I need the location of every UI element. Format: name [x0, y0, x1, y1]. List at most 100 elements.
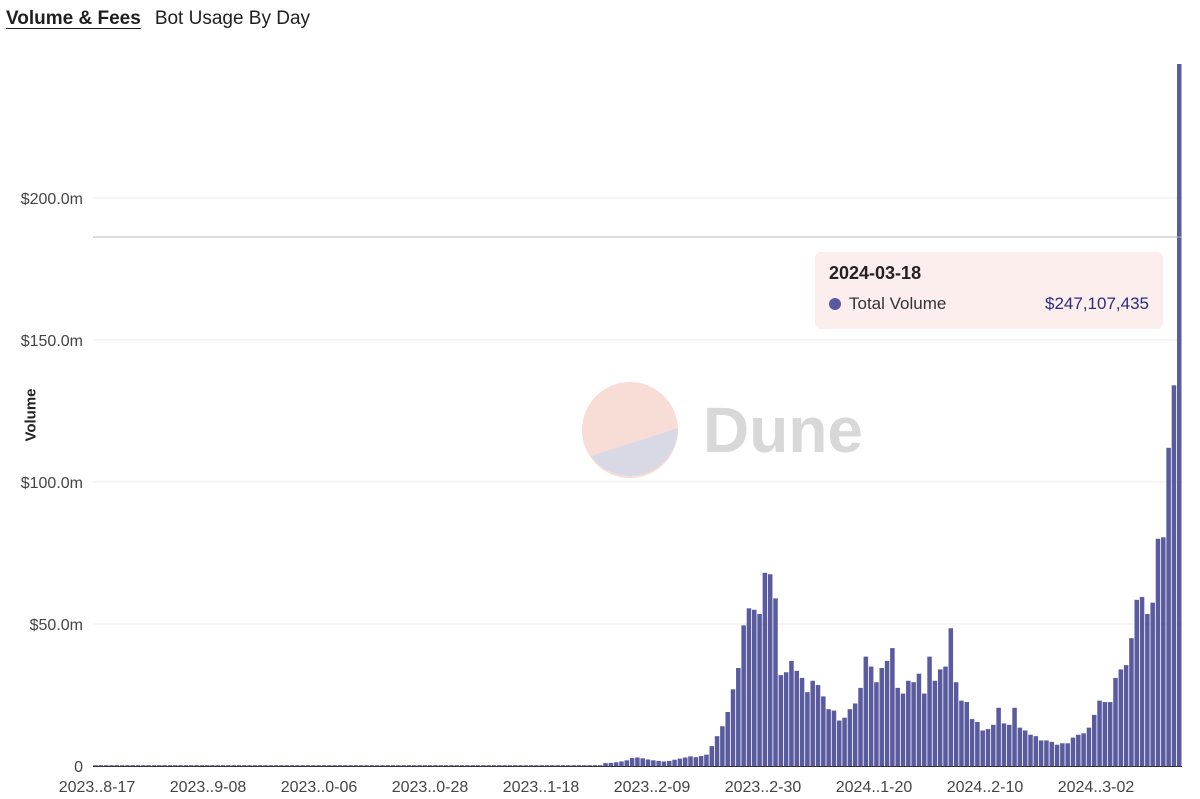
volume-bar[interactable] — [1017, 727, 1023, 766]
volume-bar[interactable] — [93, 765, 98, 766]
volume-bar[interactable] — [300, 765, 305, 766]
volume-bar[interactable] — [215, 765, 220, 766]
volume-bar[interactable] — [528, 765, 534, 766]
volume-bar[interactable] — [454, 765, 460, 766]
volume-bar[interactable] — [273, 765, 279, 766]
volume-bar[interactable] — [481, 765, 486, 766]
volume-bar[interactable] — [608, 762, 614, 766]
volume-bar[interactable] — [119, 765, 125, 766]
volume-bar[interactable] — [103, 765, 109, 766]
volume-bar[interactable] — [332, 765, 337, 766]
volume-bar[interactable] — [1118, 669, 1124, 766]
volume-bar[interactable] — [512, 765, 518, 766]
volume-bar[interactable] — [390, 765, 396, 766]
volume-bar[interactable] — [911, 682, 916, 766]
volume-bar[interactable] — [348, 765, 353, 766]
volume-bar[interactable] — [268, 765, 274, 766]
volume-bar[interactable] — [805, 692, 810, 766]
volume-bar[interactable] — [1033, 736, 1039, 766]
volume-bar[interactable] — [188, 765, 194, 766]
volume-bar[interactable] — [1171, 385, 1177, 766]
volume-bar[interactable] — [475, 765, 481, 766]
volume-bar[interactable] — [916, 673, 922, 766]
volume-bar[interactable] — [922, 693, 927, 766]
volume-bar[interactable] — [438, 765, 444, 766]
volume-bar[interactable] — [279, 765, 284, 766]
volume-bar[interactable] — [226, 765, 231, 766]
volume-bar[interactable] — [172, 765, 178, 766]
volume-bar[interactable] — [1022, 730, 1028, 766]
volume-bar[interactable] — [385, 765, 390, 766]
volume-bar[interactable] — [130, 765, 135, 766]
volume-bar[interactable] — [980, 730, 985, 766]
volume-bar[interactable] — [799, 677, 805, 766]
volume-bar[interactable] — [1065, 743, 1070, 766]
volume-bar[interactable] — [635, 757, 640, 766]
volume-bar[interactable] — [316, 765, 321, 766]
volume-bar[interactable] — [576, 765, 582, 766]
volume-bar[interactable] — [847, 709, 853, 766]
volume-bar[interactable] — [725, 712, 730, 766]
volume-bar[interactable] — [789, 660, 794, 766]
volume-bar[interactable] — [815, 685, 821, 766]
volume-bar[interactable] — [1001, 723, 1007, 766]
volume-bar[interactable] — [603, 763, 608, 766]
volume-bar[interactable] — [358, 765, 364, 766]
volume-bar[interactable] — [534, 765, 539, 766]
volume-bar[interactable] — [560, 765, 566, 766]
volume-bar[interactable] — [289, 765, 295, 766]
volume-bar[interactable] — [284, 765, 290, 766]
volume-bar[interactable] — [422, 765, 428, 766]
volume-bar[interactable] — [321, 765, 327, 766]
volume-bar[interactable] — [544, 765, 550, 766]
volume-bar[interactable] — [1161, 537, 1166, 766]
volume-bar[interactable] — [247, 765, 252, 766]
volume-bar[interactable] — [810, 680, 815, 766]
volume-bar[interactable] — [151, 765, 157, 766]
volume-bar[interactable] — [1091, 714, 1097, 766]
volume-bar[interactable] — [736, 667, 741, 766]
volume-bar[interactable] — [874, 682, 879, 766]
volume-bar[interactable] — [688, 756, 693, 766]
volume-bar[interactable] — [369, 765, 375, 766]
volume-bar[interactable] — [1097, 700, 1102, 766]
volume-bar[interactable] — [1044, 740, 1049, 766]
volume-bar[interactable] — [826, 709, 831, 766]
volume-bar[interactable] — [741, 625, 746, 766]
volume-bar[interactable] — [199, 765, 205, 766]
volume-bar[interactable] — [167, 765, 173, 766]
volume-bar[interactable] — [693, 757, 699, 766]
volume-bar[interactable] — [879, 667, 885, 766]
volume-bar[interactable] — [518, 765, 523, 766]
volume-bar[interactable] — [1007, 724, 1012, 766]
volume-bar[interactable] — [677, 758, 683, 766]
volume-bar[interactable] — [714, 736, 720, 766]
volume-bar[interactable] — [1054, 744, 1060, 766]
volume-bar[interactable] — [1129, 638, 1134, 766]
volume-bar[interactable] — [629, 758, 635, 766]
volume-bar[interactable] — [141, 765, 146, 766]
volume-bar[interactable] — [1123, 665, 1129, 766]
volume-bar[interactable] — [523, 765, 529, 766]
volume-bar[interactable] — [794, 670, 800, 766]
volume-bar[interactable] — [842, 717, 847, 766]
volume-bar[interactable] — [587, 765, 592, 766]
volume-bar[interactable] — [1028, 734, 1033, 766]
volume-bar[interactable] — [337, 765, 343, 766]
volume-bar[interactable] — [720, 726, 725, 766]
volume-bar[interactable] — [991, 724, 996, 766]
volume-bar[interactable] — [757, 614, 762, 766]
volume-bar[interactable] — [640, 758, 645, 766]
volume-bar[interactable] — [257, 765, 263, 766]
volume-bar[interactable] — [263, 765, 268, 766]
volume-bar[interactable] — [1038, 740, 1044, 766]
volume-bar[interactable] — [114, 765, 120, 766]
volume-bar[interactable] — [406, 765, 412, 766]
volume-bar[interactable] — [821, 696, 826, 766]
volume-bar[interactable] — [682, 757, 688, 766]
volume-bar[interactable] — [767, 574, 773, 766]
volume-bar[interactable] — [667, 760, 672, 766]
volume-bar[interactable] — [1155, 538, 1161, 766]
volume-bar[interactable] — [1012, 707, 1017, 766]
volume-bar[interactable] — [927, 656, 932, 766]
